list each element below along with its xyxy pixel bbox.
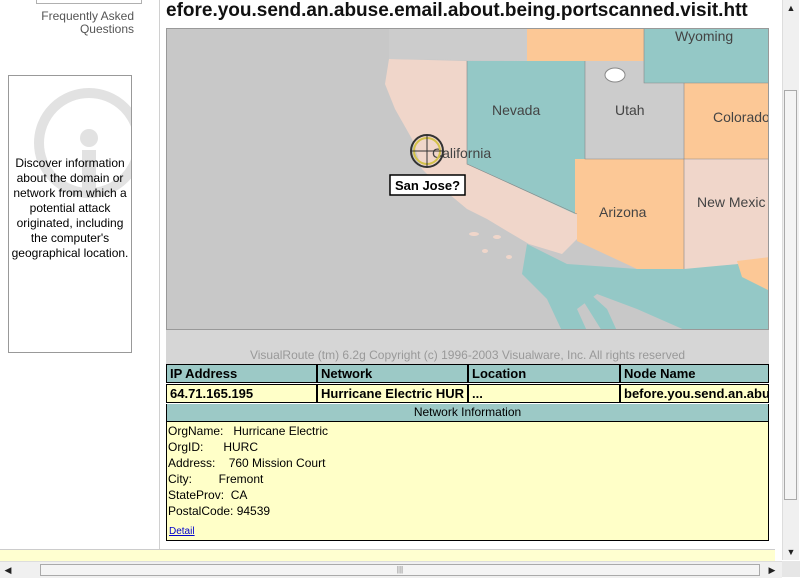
net-postalcode: PostalCode: 94539: [168, 504, 271, 518]
main-panel: efore.you.send.an.abuse.email.about.bein…: [166, 0, 769, 546]
label-wyoming: Wyoming: [675, 29, 733, 44]
label-arizona: Arizona: [599, 204, 647, 220]
net-stateprov: StateProv: CA: [168, 488, 248, 502]
sidebar-divider: [159, 0, 160, 560]
scroll-up-icon[interactable]: ▲: [783, 0, 799, 16]
label-new-mexico: New Mexic: [697, 194, 765, 210]
cell-ip-address: 64.71.165.195: [166, 384, 317, 403]
scroll-right-icon[interactable]: ▶: [764, 562, 780, 578]
label-nevada: Nevada: [492, 102, 540, 118]
copyright-text: VisualRoute (tm) 6.2g Copyright (c) 1996…: [249, 348, 686, 362]
location-crosshair-icon: [410, 134, 444, 168]
city-label: San Jose?: [395, 178, 460, 193]
cell-location: ...: [468, 384, 620, 403]
table-header-row: IP Address Network Location Node Name: [166, 364, 769, 383]
map-graphic: Nevada Utah Colorado California Arizona …: [167, 29, 769, 329]
network-info-panel: OrgName: Hurricane Electric OrgID: HURC …: [166, 422, 769, 541]
header-location: Location: [468, 364, 620, 383]
cell-node-name: before.you.send.an.abus: [620, 384, 769, 403]
net-orgname: OrgName: Hurricane Electric: [168, 424, 329, 438]
vertical-scroll-thumb[interactable]: [784, 90, 797, 500]
region-idaho: [527, 29, 644, 61]
info-description: Discover information about the domain or…: [11, 156, 129, 260]
scroll-left-icon[interactable]: ◀: [0, 562, 16, 578]
cell-network: Hurricane Electric HUR: [317, 384, 468, 403]
label-utah: Utah: [615, 102, 645, 118]
region-new-mexico: [684, 159, 768, 269]
faq-link[interactable]: Frequently Asked Questions: [6, 10, 134, 36]
header-ip-address: IP Address: [166, 364, 317, 383]
route-map[interactable]: Nevada Utah Colorado California Arizona …: [166, 28, 769, 330]
horizontal-scroll-thumb[interactable]: |||: [40, 564, 760, 576]
vertical-scrollbar[interactable]: ▲ ▼: [782, 0, 799, 560]
info-panel: Discover information about the domain or…: [8, 75, 132, 353]
net-city: City: Fremont: [168, 472, 264, 486]
region-oregon: [389, 29, 527, 61]
table-row[interactable]: 64.71.165.195 Hurricane Electric HUR ...…: [166, 384, 769, 403]
detail-link[interactable]: Detail: [169, 526, 195, 537]
net-address: Address: 760 Mission Court: [168, 456, 326, 470]
sidebar: Frequently Asked Questions Discover info…: [0, 0, 160, 560]
label-colorado: Colorado: [713, 109, 769, 125]
salt-lake: [604, 67, 626, 83]
scroll-down-icon[interactable]: ▼: [783, 544, 799, 560]
faq-box-edge: [36, 0, 142, 4]
scrollbar-corner: [782, 561, 800, 577]
net-orgid: OrgID: HURC: [168, 440, 259, 454]
horizontal-scrollbar[interactable]: ◀ ||| ▶: [0, 561, 782, 578]
network-info-title: Network Information: [166, 404, 769, 422]
node-heading: efore.you.send.an.abuse.email.about.bein…: [166, 0, 748, 21]
header-node-name: Node Name: [620, 364, 769, 383]
header-network: Network: [317, 364, 468, 383]
